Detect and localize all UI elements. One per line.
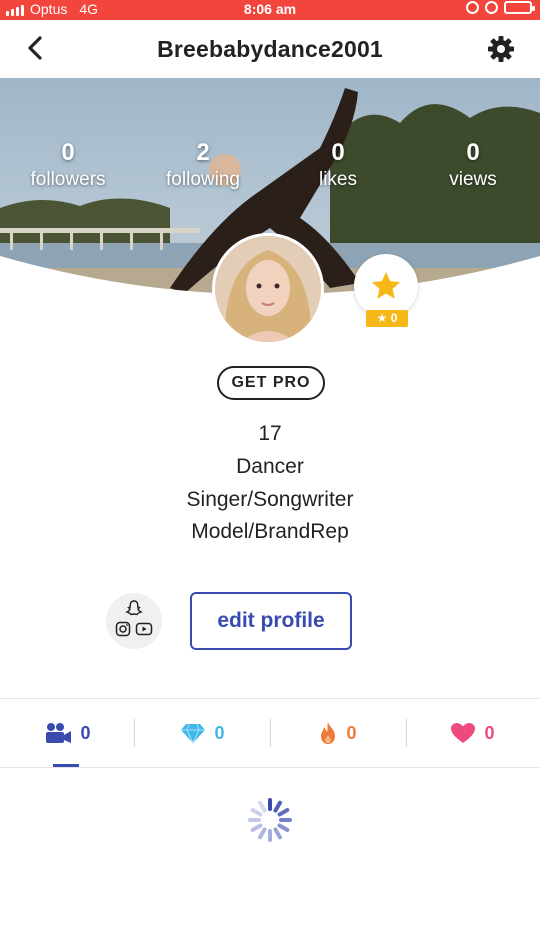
snapchat-icon	[125, 600, 143, 616]
settings-gear-icon[interactable]	[486, 34, 516, 64]
video-camera-icon	[46, 723, 72, 743]
following-label: following	[166, 169, 240, 190]
likes-count: 0	[331, 139, 345, 166]
tab-videos[interactable]: 0	[0, 700, 135, 766]
followers-count: 0	[61, 139, 75, 166]
rotation-lock-icon	[466, 1, 479, 14]
tab-videos-count: 0	[80, 722, 91, 743]
bio-line: 17	[258, 422, 282, 445]
get-pro-button[interactable]: GET PRO	[217, 366, 325, 400]
stat-followers[interactable]: 0 followers	[3, 138, 133, 192]
divider	[0, 698, 540, 699]
clock: 8:06 am	[243, 1, 297, 17]
stat-likes[interactable]: 0 likes	[273, 138, 403, 192]
edit-profile-button[interactable]: edit profile	[190, 592, 352, 650]
bio-line: Dancer	[236, 455, 304, 478]
bio-line: Singer/Songwriter	[186, 488, 354, 511]
alarm-icon	[485, 1, 498, 14]
navigation-bar: Breebabydance2001	[0, 20, 540, 78]
stat-following[interactable]: 2 following	[138, 138, 268, 192]
battery-icon	[504, 1, 535, 14]
bio-line: Model/BrandRep	[191, 520, 349, 543]
star-count-badge: ★ 0	[366, 310, 408, 327]
following-count: 2	[196, 139, 210, 166]
tab-diamonds[interactable]: 0	[135, 700, 270, 766]
tab-diamonds-count: 0	[214, 722, 225, 743]
loading-spinner-icon	[248, 798, 292, 842]
fire-icon	[321, 722, 336, 744]
status-bar: Optus 4G 8:06 am	[0, 0, 540, 20]
star-icon	[371, 271, 401, 299]
tab-likes-count: 0	[484, 722, 495, 743]
instagram-icon	[115, 621, 131, 637]
divider	[0, 767, 540, 768]
diamond-icon	[181, 723, 206, 744]
tab-fire[interactable]: 0	[270, 700, 405, 766]
views-count: 0	[466, 139, 480, 166]
youtube-icon	[135, 622, 153, 636]
likes-label: likes	[318, 169, 357, 190]
heart-icon	[451, 723, 476, 743]
avatar[interactable]	[212, 233, 324, 345]
views-label: views	[449, 169, 497, 190]
star-badge[interactable]	[354, 254, 418, 318]
followers-label: followers	[30, 169, 106, 190]
stat-views[interactable]: 0 views	[408, 138, 538, 192]
social-links-button[interactable]	[106, 593, 162, 649]
tab-fire-count: 0	[346, 722, 357, 743]
page-title: Breebabydance2001	[157, 36, 383, 62]
tab-likes[interactable]: 0	[405, 700, 540, 766]
content-tabs: 0 0 0 0	[0, 700, 540, 766]
